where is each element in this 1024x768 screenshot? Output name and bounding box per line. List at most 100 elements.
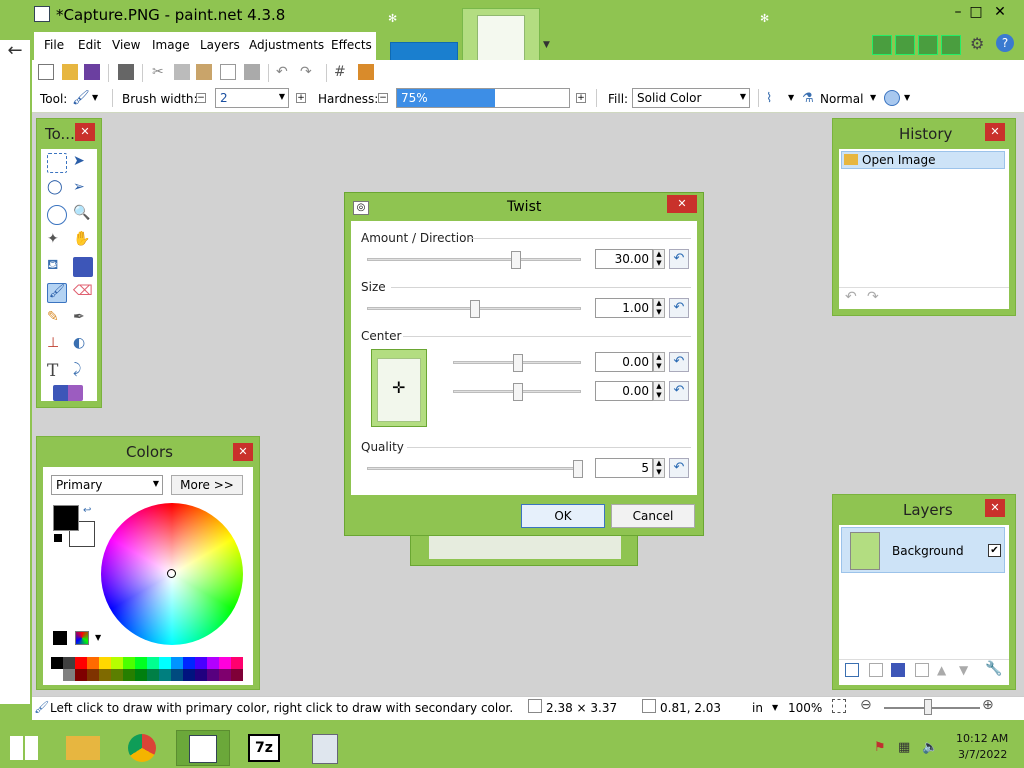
selection-mode-icon[interactable] (884, 90, 900, 106)
size-reset-button[interactable]: ↶ (669, 298, 689, 318)
cancel-button[interactable]: Cancel (611, 504, 695, 528)
swap-colors-icon[interactable]: ↩ (83, 505, 91, 516)
primary-color-swatch[interactable] (53, 505, 79, 531)
history-toggle-button[interactable] (895, 35, 915, 55)
palette-swatch[interactable] (171, 657, 183, 669)
eraser-icon[interactable]: ⌫ (73, 283, 93, 303)
ruler-icon[interactable] (358, 64, 374, 80)
recolor-icon[interactable]: ◐ (73, 335, 93, 355)
tools-toggle-button[interactable] (872, 35, 892, 55)
palette-swatch[interactable] (195, 657, 207, 669)
move-selection-icon[interactable]: ➢ (73, 179, 93, 199)
chrome-icon[interactable] (116, 730, 170, 766)
more-colors-button[interactable]: More >> (171, 475, 243, 495)
palette-swatch[interactable] (123, 657, 135, 669)
amount-input[interactable]: 30.00 (595, 249, 653, 269)
amount-slider-track[interactable] (367, 258, 581, 261)
color-target-select[interactable]: Primary ▼ (51, 475, 163, 495)
center-y-input[interactable]: 0.00 (595, 381, 653, 401)
palette-swatch[interactable] (183, 657, 195, 669)
ok-button[interactable]: OK (521, 504, 605, 528)
zoom-icon[interactable]: 🔍 (73, 205, 93, 225)
color-wheel-cursor[interactable] (167, 569, 176, 578)
layers-toggle-button[interactable] (918, 35, 938, 55)
menu-effects[interactable]: Effects (331, 38, 372, 52)
redo-icon[interactable]: ↷ (300, 64, 316, 80)
settings-gear-icon[interactable]: ⚙ (970, 34, 984, 53)
units-dropdown-icon[interactable]: ▼ (772, 703, 778, 712)
print-icon[interactable] (118, 64, 134, 80)
menu-edit[interactable]: Edit (78, 38, 101, 52)
clock-time[interactable]: 10:12 AM (956, 732, 1008, 745)
palette-swatch[interactable] (87, 657, 99, 669)
fill-select[interactable]: Solid Color ▼ (632, 88, 750, 108)
network-icon[interactable]: ▦ (898, 740, 910, 755)
open-folder-icon[interactable] (62, 64, 78, 80)
tab-chevron-down-icon[interactable]: ▼ (543, 40, 550, 50)
brush-width-increase-button[interactable]: + (296, 93, 306, 103)
7zip-icon[interactable]: 7z (238, 730, 292, 766)
palette-swatch[interactable] (147, 669, 159, 681)
palette-swatch[interactable] (135, 657, 147, 669)
palette-swatch[interactable] (111, 669, 123, 681)
layers-panel-close-button[interactable]: ✕ (985, 499, 1005, 517)
close-button[interactable]: ✕ (986, 2, 1014, 22)
palette-swatch[interactable] (111, 657, 123, 669)
brush-width-dropdown-icon[interactable]: ▼ (279, 92, 285, 101)
rectangle-select-icon[interactable] (47, 153, 67, 173)
brush-width-decrease-button[interactable]: − (196, 93, 206, 103)
pencil-icon[interactable]: ✎ (47, 309, 67, 329)
palette-swatch[interactable] (231, 669, 243, 681)
paintbrush-icon[interactable]: 🖌 (72, 90, 90, 106)
center-x-input[interactable]: 0.00 (595, 352, 653, 372)
zoom-value[interactable]: 100% (788, 701, 822, 715)
palette-swatch[interactable] (147, 657, 159, 669)
center-x-reset-button[interactable]: ↶ (669, 352, 689, 372)
blend-mode-dropdown-icon[interactable]: ▼ (870, 93, 876, 102)
save-icon[interactable] (84, 64, 100, 80)
center-crosshair-icon[interactable]: ✛ (392, 378, 405, 397)
palette-swatch[interactable] (99, 669, 111, 681)
zoom-slider-track[interactable] (884, 707, 980, 709)
palette-swatch[interactable] (135, 669, 147, 681)
tool-dropdown-icon[interactable]: ▼ (92, 93, 98, 102)
flag-icon[interactable]: ⚑ (874, 740, 886, 755)
hardness-decrease-button[interactable]: − (378, 93, 388, 103)
history-panel-close-button[interactable]: ✕ (985, 123, 1005, 141)
center-y-reset-button[interactable]: ↶ (669, 381, 689, 401)
color-target-dropdown-icon[interactable]: ▼ (153, 479, 159, 488)
reset-colors-icon[interactable] (53, 533, 63, 543)
copy-icon[interactable] (174, 64, 190, 80)
magic-wand-icon[interactable]: ✦ (47, 231, 67, 251)
pan-hand-icon[interactable]: ✋ (73, 231, 93, 251)
text-tool-icon[interactable]: T (47, 361, 67, 381)
color-wheel[interactable] (101, 503, 243, 645)
quality-reset-button[interactable]: ↶ (669, 458, 689, 478)
palette-swatch[interactable] (159, 657, 171, 669)
antialiasing-icon[interactable]: ⌇ (766, 91, 772, 106)
menu-adjustments[interactable]: Adjustments (249, 38, 324, 52)
palette-icon[interactable] (75, 631, 89, 645)
history-undo-icon[interactable]: ↶ (845, 289, 857, 305)
new-file-icon[interactable] (38, 64, 54, 80)
color-picker-icon[interactable]: ✒ (73, 309, 93, 329)
palette-swatch[interactable] (123, 669, 135, 681)
menu-image[interactable]: Image (152, 38, 190, 52)
tools-panel-close-button[interactable]: ✕ (75, 123, 95, 141)
clock-date[interactable]: 3/7/2022 (958, 748, 1007, 761)
palette-swatch[interactable] (75, 669, 87, 681)
antialiasing-dropdown-icon[interactable]: ▼ (788, 93, 794, 102)
shapes-icon[interactable] (53, 385, 83, 401)
selection-mode-dropdown-icon[interactable]: ▼ (904, 93, 910, 102)
add-color-icon[interactable] (53, 631, 67, 645)
calculator-icon[interactable] (298, 730, 352, 766)
move-layer-down-icon[interactable]: ▼ (959, 663, 968, 677)
cut-icon[interactable]: ✂ (152, 64, 168, 80)
blend-mode-icon[interactable]: ⚗ (802, 91, 814, 106)
center-preview-thumbnail[interactable]: ✛ (371, 349, 427, 427)
palette-swatch[interactable] (87, 669, 99, 681)
palette-swatch[interactable] (195, 669, 207, 681)
palette-swatch[interactable] (207, 669, 219, 681)
colors-panel-close-button[interactable]: ✕ (233, 443, 253, 461)
palette-swatch[interactable] (51, 669, 63, 681)
